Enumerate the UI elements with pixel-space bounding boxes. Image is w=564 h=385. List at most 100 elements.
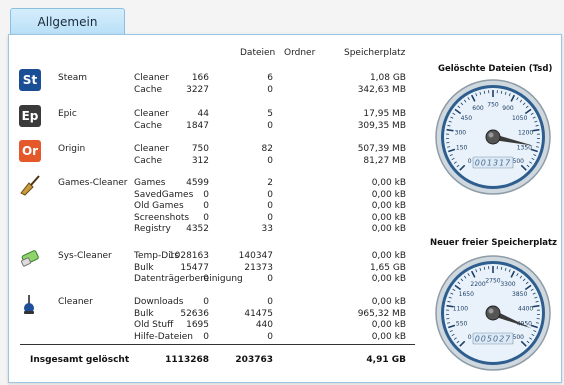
broom-icon: [19, 174, 41, 196]
row-files: 312: [191, 155, 209, 166]
gauge-tick: [532, 128, 540, 132]
total-storage: 4,91 GB: [366, 355, 406, 365]
gauge-tick-label: 550: [456, 321, 468, 328]
gauge-tick-label: 2750: [485, 278, 500, 285]
gauge-tick-label: 600: [472, 105, 484, 112]
total-folders: 203763: [235, 355, 273, 365]
row-storage: 0,00 kB: [371, 297, 406, 307]
app-name: Steam: [58, 73, 88, 83]
gauge-tick-label: 900: [502, 105, 514, 112]
row-files: 3227: [186, 84, 209, 95]
total-files: 1113268: [165, 355, 209, 365]
eraser-icon: [19, 247, 41, 269]
gauge-title-deleted-files: Gelöschte Dateien (Tsd): [438, 64, 553, 74]
row-storage: 1,08 GB: [369, 73, 406, 83]
gauge-hub: [485, 129, 501, 145]
row-storage: 965,32 MB: [357, 308, 406, 319]
row-storage: 0,00 kB: [371, 274, 406, 284]
gauge-tick-label: 2200: [470, 281, 485, 288]
gauge-tick: [483, 90, 486, 94]
gauge-tick: [446, 128, 454, 132]
gauge-tick-label: 300: [455, 129, 467, 136]
row-storage: 0,00 kB: [371, 178, 406, 188]
row-category: Hilfe-Dateien: [134, 331, 193, 342]
row-folders: 440: [255, 320, 273, 330]
row-folders: 140347: [238, 251, 273, 261]
gauge-hub: [485, 305, 501, 321]
gauge-tick: [483, 266, 486, 270]
row-category: Old Stuff: [134, 320, 174, 330]
row-storage: 17,95 MB: [363, 109, 406, 119]
row-files: 1028163: [168, 251, 209, 261]
row-category: Screenshots: [134, 212, 190, 223]
row-folders: 0: [267, 189, 273, 200]
row-files: 44: [197, 109, 209, 119]
row-storage: 0,00 kB: [371, 189, 406, 200]
gauge-tick-label: 150: [456, 145, 468, 152]
row-folders: 0: [267, 84, 273, 95]
row-files: 0: [203, 201, 209, 211]
row-folders: 33: [261, 224, 273, 234]
row-category: Registry: [134, 224, 171, 234]
gauge-tick-label: 3300: [500, 281, 515, 288]
row-category: Cache: [134, 84, 162, 95]
row-category: Bulk: [134, 308, 154, 319]
gauge-tick: [500, 266, 503, 270]
gauge-tick-label: 4400: [518, 305, 533, 312]
row-category: Bulk: [134, 262, 154, 273]
gauge-tick-label: 0: [468, 334, 472, 341]
tab-allgemein[interactable]: Allgemein: [10, 8, 125, 35]
row-storage: 0,00 kB: [371, 224, 406, 234]
row-files: 0: [203, 297, 209, 307]
row-folders: 0: [267, 212, 273, 223]
gauge-tick-label: 1100: [453, 305, 468, 312]
row-files: 52636: [180, 308, 209, 319]
row-storage: 0,00 kB: [371, 212, 406, 223]
row-storage: 507,39 MB: [357, 144, 406, 154]
app-name: Origin: [58, 144, 86, 154]
gauge-tick: [532, 304, 540, 308]
row-files: 750: [191, 144, 209, 154]
gauge-tick: [500, 90, 503, 94]
gauge-free-space: 0550110016502200275033003850440049505500…: [435, 255, 551, 371]
row-files: 0: [203, 212, 209, 223]
row-category: SavedGames: [134, 189, 194, 200]
row-category: Cache: [134, 155, 162, 166]
gauge-tick-label: 1050: [512, 115, 527, 122]
row-category: Cleaner: [134, 109, 169, 119]
row-folders: 0: [267, 274, 273, 284]
row-files: 4599: [186, 178, 209, 188]
epic-logo-icon: Ep: [19, 105, 41, 127]
row-storage: 0,00 kB: [371, 251, 406, 261]
row-files: 0: [203, 274, 209, 284]
app-name: Cleaner: [58, 297, 93, 307]
row-files: 15477: [180, 262, 209, 273]
row-folders: 21373: [244, 262, 273, 273]
row-files: 1695: [186, 320, 209, 330]
gauge-tick-label: 450: [461, 115, 473, 122]
row-storage: 342,63 MB: [357, 84, 406, 95]
row-storage: 0,00 kB: [371, 320, 406, 330]
gauge-tick-label: 1650: [459, 291, 474, 298]
gauge-tick-label: 0: [468, 158, 472, 165]
row-files: 4352: [186, 224, 209, 234]
gauge-deleted-files: 0150300450600750900105012001350150000131…: [435, 79, 551, 195]
gauge-readout: 005027: [475, 335, 512, 344]
row-folders: 41475: [244, 308, 273, 319]
row-folders: 5: [267, 109, 273, 119]
row-category: Downloads: [134, 297, 184, 307]
gauge-readout: 001317: [475, 159, 512, 168]
row-folders: 0: [267, 201, 273, 211]
row-folders: 0: [267, 331, 273, 342]
row-folders: 0: [267, 155, 273, 166]
row-folders: 82: [261, 144, 273, 154]
gauge-hub-highlight: [488, 308, 494, 314]
row-files: 1847: [186, 120, 209, 131]
row-folders: 6: [267, 73, 273, 83]
gauge-tick-label: 3850: [512, 291, 527, 298]
app-name: Games-Cleaner: [58, 178, 128, 188]
row-storage: 309,35 MB: [357, 120, 406, 131]
gauge-tick-label: 1350: [517, 145, 532, 152]
row-folders: 2: [267, 178, 273, 188]
row-files: 0: [203, 189, 209, 200]
